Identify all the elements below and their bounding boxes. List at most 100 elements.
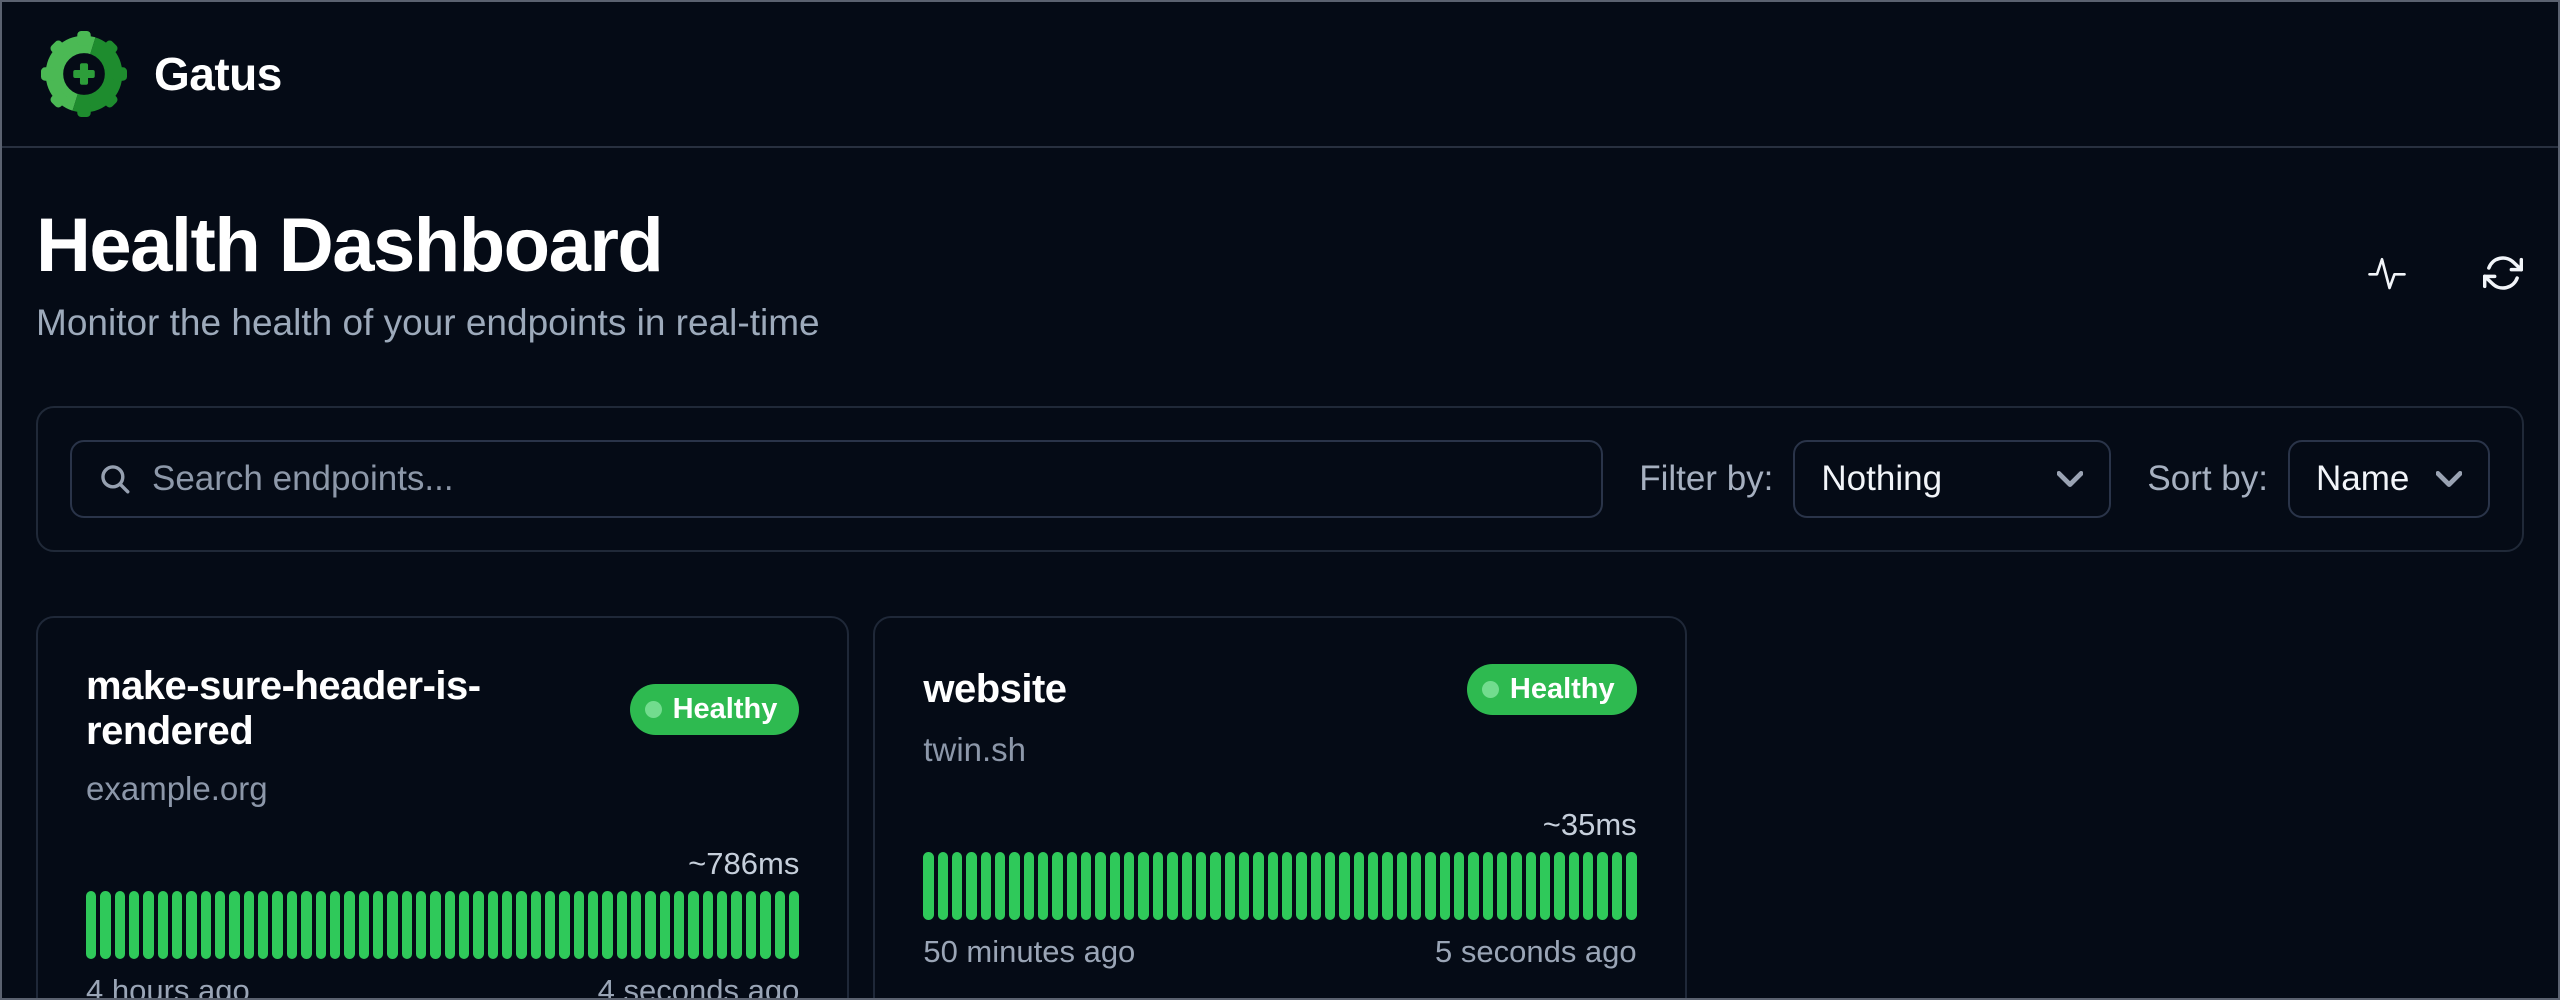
status-bar[interactable] xyxy=(1597,852,1607,920)
status-bar[interactable] xyxy=(688,891,698,959)
status-bar[interactable] xyxy=(545,891,555,959)
status-bar[interactable] xyxy=(115,891,125,959)
status-bar[interactable] xyxy=(602,891,612,959)
status-bar[interactable] xyxy=(258,891,268,959)
status-bar[interactable] xyxy=(1153,852,1163,920)
status-bar[interactable] xyxy=(244,891,254,959)
status-bar[interactable] xyxy=(344,891,354,959)
status-bar[interactable] xyxy=(143,891,153,959)
status-bar[interactable] xyxy=(1468,852,1478,920)
status-bar[interactable] xyxy=(402,891,412,959)
status-bar[interactable] xyxy=(1325,852,1335,920)
status-bar[interactable] xyxy=(588,891,598,959)
status-bar[interactable] xyxy=(660,891,670,959)
status-bar[interactable] xyxy=(1583,852,1593,920)
status-bar[interactable] xyxy=(717,891,727,959)
status-bar[interactable] xyxy=(559,891,569,959)
status-bar[interactable] xyxy=(1024,852,1034,920)
status-bar[interactable] xyxy=(1239,852,1249,920)
status-bar[interactable] xyxy=(158,891,168,959)
status-bar[interactable] xyxy=(1454,852,1464,920)
status-bar[interactable] xyxy=(1081,852,1091,920)
status-bar[interactable] xyxy=(359,891,369,959)
status-bar[interactable] xyxy=(1225,852,1235,920)
refresh-icon[interactable] xyxy=(2482,252,2524,294)
status-bar[interactable] xyxy=(1382,852,1392,920)
status-bar[interactable] xyxy=(86,891,96,959)
status-bar[interactable] xyxy=(316,891,326,959)
endpoint-card[interactable]: make-sure-header-is-rendered Healthy exa… xyxy=(36,616,849,1000)
status-bar[interactable] xyxy=(201,891,211,959)
status-bar[interactable] xyxy=(923,852,933,920)
status-bar[interactable] xyxy=(272,891,282,959)
status-bar[interactable] xyxy=(760,891,770,959)
status-bar[interactable] xyxy=(1497,852,1507,920)
status-bar[interactable] xyxy=(502,891,512,959)
activity-pulse-icon[interactable] xyxy=(2366,252,2408,294)
status-bar[interactable] xyxy=(373,891,383,959)
status-bar[interactable] xyxy=(746,891,756,959)
status-bar[interactable] xyxy=(1095,852,1105,920)
status-bar[interactable] xyxy=(1397,852,1407,920)
status-bar[interactable] xyxy=(1296,852,1306,920)
search-input[interactable] xyxy=(152,459,1575,499)
status-bar[interactable] xyxy=(473,891,483,959)
status-bar[interactable] xyxy=(1110,852,1120,920)
status-bar[interactable] xyxy=(617,891,627,959)
status-bar[interactable] xyxy=(516,891,526,959)
status-bar[interactable] xyxy=(1138,852,1148,920)
status-bar[interactable] xyxy=(1311,852,1321,920)
status-bar[interactable] xyxy=(631,891,641,959)
status-bar[interactable] xyxy=(981,852,991,920)
status-bar[interactable] xyxy=(229,891,239,959)
status-bar[interactable] xyxy=(789,891,799,959)
status-bar[interactable] xyxy=(703,891,713,959)
status-bar[interactable] xyxy=(1540,852,1550,920)
status-bar[interactable] xyxy=(1569,852,1579,920)
status-bar[interactable] xyxy=(1196,852,1206,920)
status-bar[interactable] xyxy=(1167,852,1177,920)
status-bar[interactable] xyxy=(1210,852,1220,920)
status-bar[interactable] xyxy=(330,891,340,959)
status-bar[interactable] xyxy=(129,891,139,959)
status-bar[interactable] xyxy=(995,852,1005,920)
status-bar[interactable] xyxy=(1282,852,1292,920)
filter-select[interactable]: Nothing xyxy=(1793,440,2111,518)
status-bar[interactable] xyxy=(574,891,584,959)
status-bar[interactable] xyxy=(952,852,962,920)
status-bar[interactable] xyxy=(1339,852,1349,920)
status-bar[interactable] xyxy=(215,891,225,959)
status-bar[interactable] xyxy=(1253,852,1263,920)
status-bar[interactable] xyxy=(287,891,297,959)
status-bar[interactable] xyxy=(1052,852,1062,920)
status-bar[interactable] xyxy=(775,891,785,959)
status-bar[interactable] xyxy=(966,852,976,920)
status-bar[interactable] xyxy=(1268,852,1278,920)
status-bar[interactable] xyxy=(488,891,498,959)
status-bar[interactable] xyxy=(387,891,397,959)
status-bar[interactable] xyxy=(1526,852,1536,920)
status-bar[interactable] xyxy=(186,891,196,959)
status-bar[interactable] xyxy=(731,891,741,959)
status-bar[interactable] xyxy=(1124,852,1134,920)
status-bar[interactable] xyxy=(645,891,655,959)
status-bar[interactable] xyxy=(1626,852,1636,920)
status-bar[interactable] xyxy=(1182,852,1192,920)
status-bar[interactable] xyxy=(172,891,182,959)
status-bar[interactable] xyxy=(531,891,541,959)
status-bar[interactable] xyxy=(1425,852,1435,920)
status-bar[interactable] xyxy=(1354,852,1364,920)
status-bar[interactable] xyxy=(301,891,311,959)
status-bar[interactable] xyxy=(100,891,110,959)
status-bar[interactable] xyxy=(1411,852,1421,920)
status-bar[interactable] xyxy=(416,891,426,959)
status-bar[interactable] xyxy=(430,891,440,959)
status-bar[interactable] xyxy=(1554,852,1564,920)
brand-home-link[interactable]: Gatus xyxy=(36,31,282,117)
status-bar[interactable] xyxy=(1440,852,1450,920)
status-bar[interactable] xyxy=(459,891,469,959)
endpoint-card[interactable]: website Healthy twin.sh ~35ms 50 minutes… xyxy=(873,616,1686,1000)
status-bar[interactable] xyxy=(1612,852,1622,920)
status-bar[interactable] xyxy=(1038,852,1048,920)
status-bar[interactable] xyxy=(938,852,948,920)
